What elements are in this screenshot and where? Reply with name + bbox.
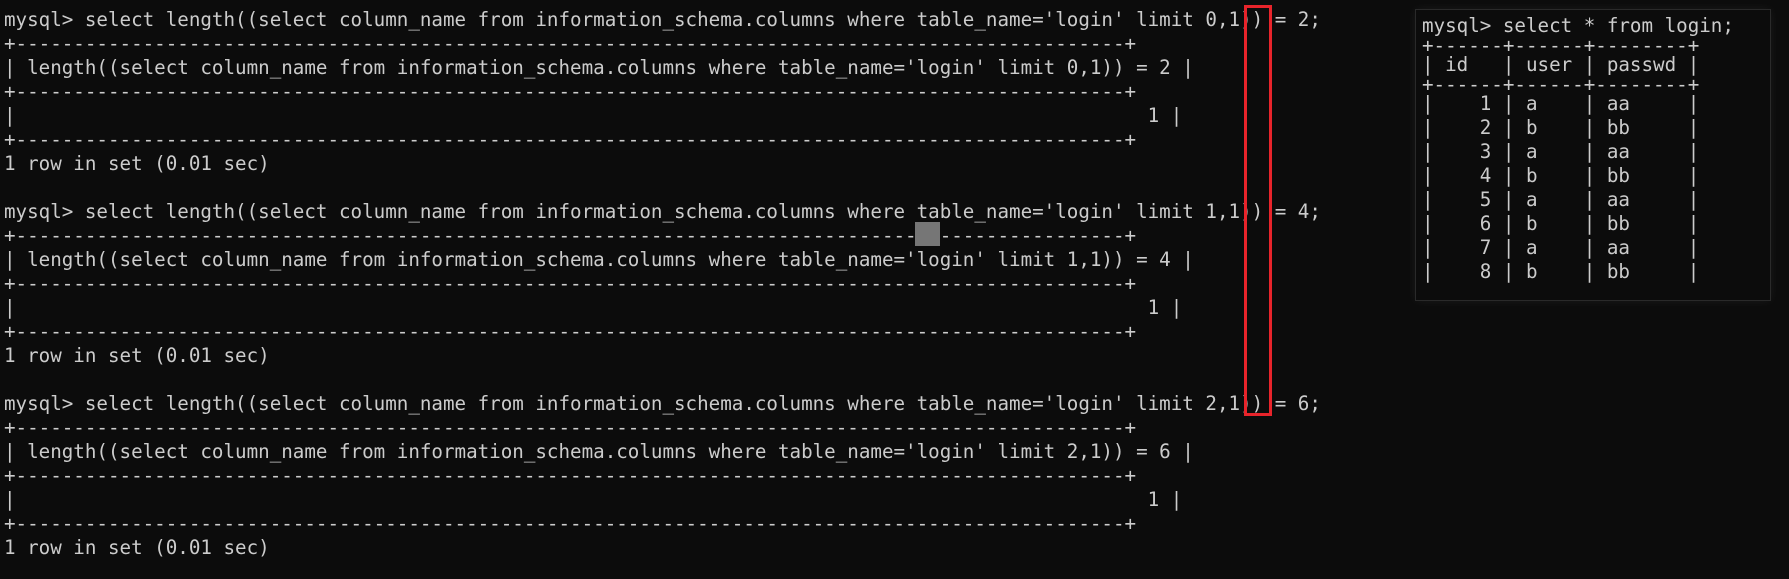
side-command-line: mysql> select * from login;	[1422, 14, 1734, 37]
status-line: 1 row in set (0.01 sec)	[4, 536, 270, 559]
result-header: | length((select column_name from inform…	[4, 248, 1194, 271]
table-border: +---------------------------------------…	[4, 80, 1137, 103]
table-row: | 6 | b | bb |	[1422, 212, 1700, 235]
command-line: mysql> select length((select column_name…	[4, 392, 1321, 415]
table-border: +---------------------------------------…	[4, 224, 1137, 247]
text-cursor	[915, 222, 940, 246]
table-border: +---------------------------------------…	[4, 128, 1137, 151]
status-line: 1 row in set (0.01 sec)	[4, 152, 270, 175]
side-table-border: +------+------+--------+	[1422, 77, 1700, 92]
result-value: | 1 |	[4, 488, 1183, 511]
table-border: +---------------------------------------…	[4, 320, 1137, 343]
result-value: | 1 |	[4, 104, 1183, 127]
login-table-panel: mysql> select * from login; +------+----…	[1416, 10, 1770, 300]
table-border: +---------------------------------------…	[4, 272, 1137, 295]
side-table-border: +------+------+--------+	[1422, 38, 1700, 53]
mysql-terminal[interactable]: mysql> select length((select column_name…	[4, 8, 1404, 573]
table-border: +---------------------------------------…	[4, 512, 1137, 535]
table-border: +---------------------------------------…	[4, 464, 1137, 487]
table-border: +---------------------------------------…	[4, 32, 1137, 55]
command-line: mysql> select length((select column_name…	[4, 8, 1321, 31]
table-row: | 2 | b | bb |	[1422, 116, 1700, 139]
table-border: +---------------------------------------…	[4, 416, 1137, 439]
result-header: | length((select column_name from inform…	[4, 440, 1194, 463]
result-header: | length((select column_name from inform…	[4, 56, 1194, 79]
table-row: | 3 | a | aa |	[1422, 140, 1700, 163]
result-value: | 1 |	[4, 296, 1183, 319]
table-row: | 1 | a | aa |	[1422, 92, 1700, 115]
table-row: | 7 | a | aa |	[1422, 236, 1700, 259]
login-table-output: mysql> select * from login; +------+----…	[1422, 14, 1767, 296]
table-row: | 5 | a | aa |	[1422, 188, 1700, 211]
side-table-header: | id | user | passwd |	[1422, 53, 1700, 76]
status-line: 1 row in set (0.01 sec)	[4, 344, 270, 367]
limit-offset-highlight-box	[1244, 5, 1272, 416]
table-row: | 8 | b | bb |	[1422, 260, 1700, 283]
command-line: mysql> select length((select column_name…	[4, 200, 1321, 223]
table-row: | 4 | b | bb |	[1422, 164, 1700, 187]
